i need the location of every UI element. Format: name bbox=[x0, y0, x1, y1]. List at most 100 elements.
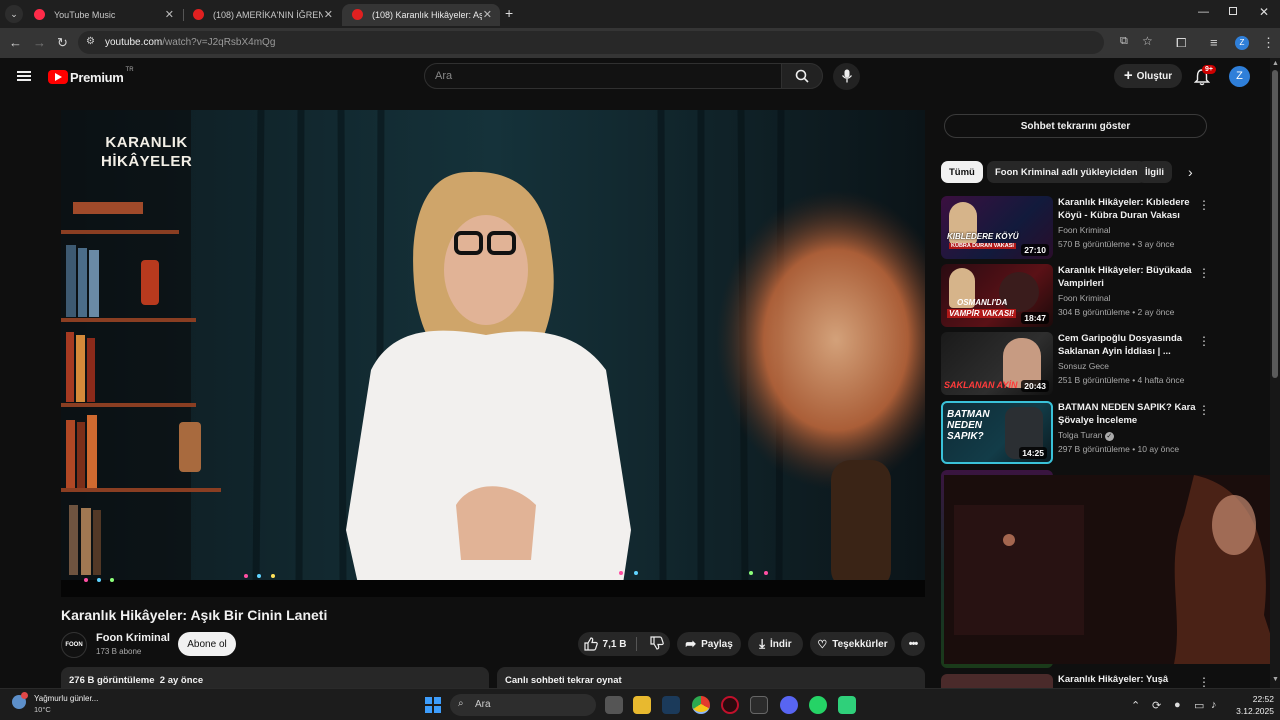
steam-icon[interactable] bbox=[662, 696, 680, 714]
recommendation-item[interactable]: KIBLEDERE KÖYÜ KÜBRA DURAN VAKASI 27:10 … bbox=[941, 196, 1210, 260]
taskbar-search[interactable]: ⌕ Ara bbox=[450, 694, 596, 716]
recommendation-title: BATMAN NEDEN SAPIK? Kara Şövalye İncelem… bbox=[1058, 402, 1196, 426]
more-vertical-icon[interactable]: ⋮ bbox=[1198, 334, 1210, 348]
search-input[interactable] bbox=[435, 70, 765, 82]
video-thumbnail[interactable]: BATMAN NEDEN SAPIK? 14:25 bbox=[941, 401, 1053, 464]
bookmark-star-icon[interactable]: ☆ bbox=[1142, 34, 1153, 48]
thanks-button[interactable]: ♡ Teşekkürler bbox=[810, 632, 895, 656]
tab-search-button[interactable]: ⌄ bbox=[5, 5, 23, 23]
page-scrollbar[interactable]: ▲ ▼ bbox=[1270, 58, 1280, 688]
channel-name[interactable]: Foon Kriminal bbox=[96, 632, 170, 644]
voice-search-button[interactable] bbox=[833, 63, 860, 90]
recommendation-channel[interactable]: Foon Kriminal bbox=[1058, 293, 1110, 303]
tab-karanlik-hikayeler[interactable]: (108) Karanlık Hikâyeler: Aşık B ✕ bbox=[342, 4, 500, 26]
scrollbar-thumb[interactable] bbox=[1272, 70, 1278, 378]
weather-widget[interactable]: Yağmurlu günler... 10°C bbox=[10, 692, 120, 717]
reading-list-icon[interactable]: ≡ bbox=[1210, 35, 1218, 50]
site-info-icon[interactable]: ⚙ bbox=[86, 36, 95, 47]
recommendation-channel[interactable]: Sonsuz Gece bbox=[1058, 361, 1109, 371]
subscribe-label: Abone ol bbox=[187, 638, 227, 650]
tab-youtube-music[interactable]: YouTube Music ✕ bbox=[24, 4, 182, 26]
notifications-button[interactable]: 9+ bbox=[1192, 65, 1216, 87]
download-button[interactable]: ⤓ İndir bbox=[748, 632, 803, 656]
account-avatar[interactable]: Z bbox=[1229, 66, 1250, 87]
discord-icon[interactable] bbox=[780, 696, 798, 714]
close-window-icon[interactable]: ✕ bbox=[1259, 5, 1269, 19]
close-tab-icon[interactable]: ✕ bbox=[324, 8, 333, 21]
windows-start-icon[interactable] bbox=[425, 697, 441, 713]
restore-window-icon[interactable] bbox=[1229, 7, 1237, 15]
download-label: İndir bbox=[770, 638, 792, 650]
opera-gx-icon[interactable] bbox=[721, 696, 739, 714]
recommendation-item[interactable]: SAKLANAN AYİN 20:43 Cem Garipoğlu Dosyas… bbox=[941, 332, 1210, 396]
show-hidden-icons-chevron[interactable]: ⌃ bbox=[1131, 699, 1140, 712]
browser-toolbar: ← → ↻ ⚙ youtube.com/watch?v=J2qRsbX4mQg … bbox=[0, 28, 1280, 58]
youtube-logo[interactable]: Premium TR bbox=[48, 67, 134, 86]
like-button[interactable]: 7,1 B bbox=[583, 637, 638, 651]
duration-badge: 14:25 bbox=[1019, 447, 1047, 459]
chrome-icon[interactable] bbox=[692, 696, 710, 714]
reload-icon[interactable]: ↻ bbox=[57, 35, 68, 51]
profile-avatar[interactable]: Z bbox=[1235, 36, 1249, 50]
chip-related[interactable]: İlgili bbox=[1137, 161, 1172, 183]
task-view-icon[interactable] bbox=[605, 696, 623, 714]
subscribe-button[interactable]: Abone ol bbox=[178, 632, 236, 656]
views-date: 276 B görüntüleme 2 ay önce bbox=[69, 675, 204, 686]
more-vertical-icon[interactable]: ⋮ bbox=[1198, 266, 1210, 280]
scroll-up-arrow-icon[interactable]: ▲ bbox=[1272, 60, 1279, 67]
scroll-down-arrow-icon[interactable]: ▼ bbox=[1272, 676, 1279, 683]
recommendation-meta: 297 B görüntüleme • 10 ay önce bbox=[1058, 444, 1180, 454]
channel-overlay-logo: KARANLIK HİKÂYELER bbox=[101, 133, 192, 171]
thumbnail-caption: KIBLEDERE KÖYÜ bbox=[947, 232, 1019, 241]
video-thumbnail[interactable]: KIBLEDERE KÖYÜ KÜBRA DURAN VAKASI 27:10 bbox=[941, 196, 1053, 259]
search-button[interactable] bbox=[781, 63, 823, 89]
recommendation-item[interactable]: BATMAN NEDEN SAPIK? 14:25 BATMAN NEDEN S… bbox=[941, 401, 1210, 465]
volume-icon[interactable]: ♪ bbox=[1211, 699, 1217, 711]
video-thumbnail[interactable]: SAKLANAN AYİN 20:43 bbox=[941, 332, 1053, 395]
close-tab-icon[interactable]: ✕ bbox=[165, 8, 174, 21]
terminal-icon[interactable] bbox=[750, 696, 768, 714]
overlay-logo-line1: KARANLIK bbox=[105, 134, 188, 151]
tab-amerika[interactable]: (108) AMERİKA'NIN İĞRENÇ S ✕ bbox=[183, 4, 341, 26]
file-explorer-icon[interactable] bbox=[633, 696, 651, 714]
create-button[interactable]: + Oluştur bbox=[1114, 64, 1182, 88]
forward-arrow-icon[interactable]: → bbox=[33, 35, 46, 50]
new-tab-button[interactable]: + bbox=[505, 5, 513, 21]
tab-label: YouTube Music bbox=[54, 10, 116, 20]
video-player[interactable]: KARANLIK HİKÂYELER bbox=[61, 110, 925, 597]
more-actions-button[interactable]: ••• bbox=[901, 632, 925, 656]
address-bar[interactable]: ⚙ youtube.com/watch?v=J2qRsbX4mQg ⧉ ☆ bbox=[78, 31, 1153, 54]
weather-alert-badge bbox=[21, 692, 28, 699]
more-vertical-icon[interactable]: ⋮ bbox=[1198, 675, 1210, 689]
minimize-window-icon[interactable]: — bbox=[1198, 6, 1209, 18]
back-arrow-icon[interactable]: ← bbox=[9, 35, 22, 50]
network-icon[interactable]: ▭ bbox=[1194, 699, 1204, 712]
hamburger-menu-icon[interactable] bbox=[17, 71, 31, 81]
clock[interactable]: 22:52 3.12.2025 bbox=[1228, 694, 1274, 716]
chevron-right-icon[interactable]: › bbox=[1188, 164, 1193, 180]
overlay-logo-line2: HİKÂYELER bbox=[101, 153, 193, 170]
duration-badge: 27:10 bbox=[1021, 244, 1049, 256]
cast-icon[interactable]: ⧉ bbox=[1120, 35, 1128, 48]
picture-in-picture-video[interactable] bbox=[944, 475, 1280, 664]
recommendation-item[interactable]: OSMANLI'DA VAMPİR VAKASI! 18:47 Karanlık… bbox=[941, 264, 1210, 328]
chrome-menu-icon[interactable]: ⋮ bbox=[1262, 35, 1275, 51]
extensions-icon[interactable]: ⧠ bbox=[1176, 35, 1186, 51]
chip-from-uploader[interactable]: Foon Kriminal adlı yükleyiciden bbox=[987, 161, 1146, 183]
microphone-tray-icon[interactable]: ● bbox=[1174, 699, 1181, 711]
recommendation-channel[interactable]: Tolga Turan ✓ bbox=[1058, 430, 1114, 441]
channel-avatar[interactable]: FOON bbox=[61, 632, 87, 658]
share-button[interactable]: ➦ Paylaş bbox=[677, 632, 741, 656]
show-chat-replay-button[interactable]: Sohbet tekrarını göster bbox=[944, 114, 1207, 138]
sync-icon[interactable]: ⟳ bbox=[1152, 699, 1161, 712]
dislike-button[interactable] bbox=[642, 635, 665, 653]
recommendation-channel[interactable]: Foon Kriminal bbox=[1058, 225, 1110, 235]
video-thumbnail[interactable]: OSMANLI'DA VAMPİR VAKASI! 18:47 bbox=[941, 264, 1053, 327]
more-vertical-icon[interactable]: ⋮ bbox=[1198, 403, 1210, 417]
more-vertical-icon[interactable]: ⋮ bbox=[1198, 198, 1210, 212]
whatsapp-icon[interactable] bbox=[809, 696, 827, 714]
chip-all[interactable]: Tümü bbox=[941, 161, 983, 183]
partial-thumbnail[interactable] bbox=[941, 674, 1053, 688]
close-tab-icon[interactable]: ✕ bbox=[483, 8, 492, 21]
chat-app-icon[interactable] bbox=[838, 696, 856, 714]
